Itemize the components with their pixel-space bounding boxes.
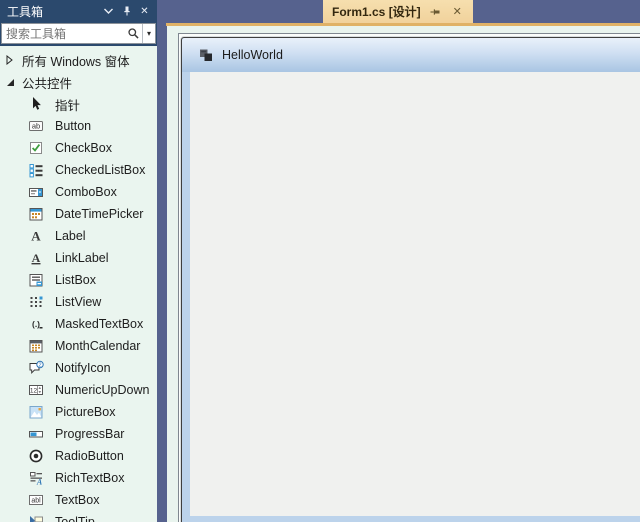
toolbox-group-label: 所有 Windows 窗体 — [22, 51, 130, 70]
picturebox-icon — [28, 404, 44, 420]
toolbox-item-label: LinkLabel — [55, 251, 109, 265]
designed-form-window[interactable]: HelloWorld — [181, 37, 640, 522]
tab-form1-designer[interactable]: Form1.cs [设计] ✕ — [323, 0, 473, 23]
tooltip-icon — [28, 514, 44, 522]
toolbox-title: 工具箱 — [7, 3, 98, 20]
search-icon[interactable] — [124, 24, 142, 43]
listbox-icon — [28, 272, 44, 288]
label-icon: A — [28, 228, 44, 244]
toolbox-item-label: NotifyIcon — [55, 361, 111, 375]
document-tab-strip: Form1.cs [设计] ✕ — [157, 0, 640, 23]
window-position-icon[interactable] — [101, 4, 116, 19]
toolbox-item-label: NumericUpDown — [55, 383, 149, 397]
svg-text:abl: abl — [31, 498, 41, 505]
textbox-icon: abl — [28, 492, 44, 508]
radiobutton-icon — [28, 448, 44, 464]
toolbox-search-box: ▾ — [1, 23, 156, 44]
form-default-icon — [199, 48, 213, 62]
toolbox-item-label: ComboBox — [55, 185, 117, 199]
designer-document-well: HelloWorld — [167, 26, 640, 522]
combobox-icon — [28, 184, 44, 200]
toolbox-group-label: 公共控件 — [22, 73, 72, 92]
toolbox-item-label: MonthCalendar — [55, 339, 140, 353]
checkbox-icon — [28, 140, 44, 156]
toolbox-item-listbox[interactable]: ListBox — [0, 269, 157, 291]
toolbox-item-label: Label — [55, 229, 86, 243]
toolbox-item-label: ListBox — [55, 273, 96, 287]
toolbox-item-指针[interactable]: 指针 — [0, 93, 157, 115]
toolbox-item-label: RichTextBox — [55, 471, 124, 485]
svg-text:A: A — [31, 229, 41, 244]
pin-icon[interactable] — [119, 4, 134, 19]
toolbox-group-collapsed[interactable]: 所有 Windows 窗体 — [0, 49, 157, 71]
toolbox-item-label: RadioButton — [55, 449, 124, 463]
tab-label: Form1.cs [设计] — [332, 3, 421, 20]
svg-text:(.): (.) — [32, 319, 40, 329]
toolbox-item-radiobutton[interactable]: RadioButton — [0, 445, 157, 467]
toolbox-item-label: TextBox — [55, 493, 99, 507]
form-client-area[interactable] — [190, 72, 640, 516]
toolbox-item-checkedlistbox[interactable]: CheckedListBox — [0, 159, 157, 181]
toolbox-item-label: CheckBox — [55, 141, 112, 155]
pointer-icon — [28, 96, 44, 112]
toolbox-item-progressbar[interactable]: ProgressBar — [0, 423, 157, 445]
toolbox-item-label: ListView — [55, 295, 101, 309]
form-titlebar[interactable]: HelloWorld — [182, 38, 640, 72]
toolbox-item-button[interactable]: ab Button — [0, 115, 157, 137]
toolbox-item-label: 指针 — [55, 95, 80, 114]
visual-studio-window: 工具箱 ✕ ▾ 所有 Windows 窗体 — [0, 0, 640, 522]
close-icon[interactable]: ✕ — [137, 4, 152, 19]
toolbox-item-datetimepicker[interactable]: DateTimePicker — [0, 203, 157, 225]
pin-icon[interactable] — [428, 4, 443, 19]
datetimepicker-icon — [28, 206, 44, 222]
button-icon: ab — [28, 118, 44, 134]
toolbox-header-area: 工具箱 ✕ ▾ — [0, 0, 157, 46]
toolbox-item-label: DateTimePicker — [55, 207, 143, 221]
svg-text:ab: ab — [32, 122, 40, 131]
toolbox-item-label: ToolTip — [55, 515, 95, 522]
toolbox-item-label: Button — [55, 119, 91, 133]
toolbox-tree: 所有 Windows 窗体 公共控件 指针 ab Button CheckBox… — [0, 46, 157, 522]
svg-text:2: 2 — [38, 363, 41, 369]
progressbar-icon — [28, 426, 44, 442]
toolbox-item-linklabel[interactable]: A LinkLabel — [0, 247, 157, 269]
toolbox-item-label[interactable]: A Label — [0, 225, 157, 247]
toolbox-item-checkbox[interactable]: CheckBox — [0, 137, 157, 159]
listview-icon — [28, 294, 44, 310]
designer-surface[interactable]: HelloWorld — [178, 33, 640, 522]
toolbox-item-label: ProgressBar — [55, 427, 124, 441]
toolbox-item-richtextbox[interactable]: A RichTextBox — [0, 467, 157, 489]
toolbox-item-label: PictureBox — [55, 405, 115, 419]
search-input[interactable] — [2, 27, 124, 41]
toolbox-item-combobox[interactable]: ComboBox — [0, 181, 157, 203]
svg-text:A: A — [32, 251, 41, 265]
toolbox-item-tooltip[interactable]: ToolTip — [0, 511, 157, 522]
monthcalendar-icon — [28, 338, 44, 354]
close-icon[interactable]: ✕ — [450, 4, 465, 19]
linklabel-icon: A — [28, 250, 44, 266]
richtextbox-icon: A — [28, 470, 44, 486]
form-title: HelloWorld — [222, 48, 283, 62]
toolbox-item-label: CheckedListBox — [55, 163, 145, 177]
maskedtextbox-icon: (.) — [28, 316, 44, 332]
toolbox-header[interactable]: 工具箱 ✕ — [0, 0, 157, 22]
svg-text:12: 12 — [30, 388, 38, 395]
toolbox-item-textbox[interactable]: abl TextBox — [0, 489, 157, 511]
toolbox-item-notifyicon[interactable]: 2 NotifyIcon — [0, 357, 157, 379]
search-options-chevron-icon[interactable]: ▾ — [143, 24, 155, 43]
expander-icon[interactable] — [6, 55, 19, 66]
numericupdown-icon: 12 — [28, 382, 44, 398]
checkedlistbox-icon — [28, 162, 44, 178]
toolbox-item-picturebox[interactable]: PictureBox — [0, 401, 157, 423]
expander-icon[interactable] — [6, 77, 19, 88]
notifyicon-icon: 2 — [28, 360, 44, 376]
svg-text:A: A — [36, 478, 43, 487]
toolbox-item-maskedtextbox[interactable]: (.) MaskedTextBox — [0, 313, 157, 335]
toolbox-item-numericupdown[interactable]: 12 NumericUpDown — [0, 379, 157, 401]
toolbox-item-listview[interactable]: ListView — [0, 291, 157, 313]
toolbox-group-expanded[interactable]: 公共控件 — [0, 71, 157, 93]
toolbox-panel: 工具箱 ✕ ▾ 所有 Windows 窗体 — [0, 0, 157, 522]
toolbox-item-monthcalendar[interactable]: MonthCalendar — [0, 335, 157, 357]
toolbox-item-label: MaskedTextBox — [55, 317, 143, 331]
